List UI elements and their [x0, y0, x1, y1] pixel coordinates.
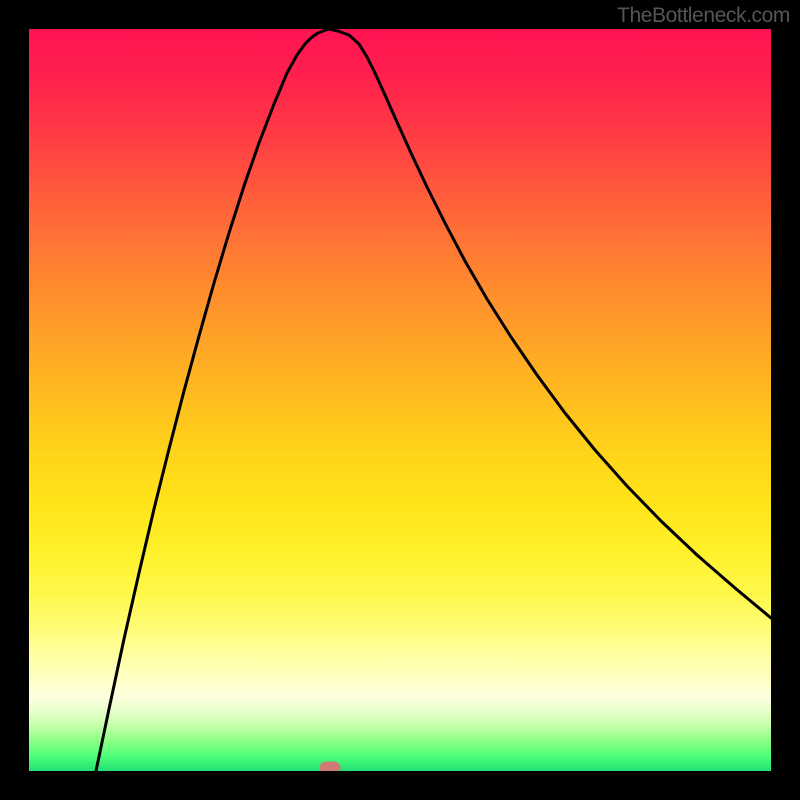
watermark-text: TheBottleneck.com [617, 4, 790, 28]
optimum-marker [320, 762, 341, 772]
bottleneck-curve [29, 29, 771, 771]
chart-frame: TheBottleneck.com [0, 0, 800, 800]
plot-area [29, 29, 771, 771]
